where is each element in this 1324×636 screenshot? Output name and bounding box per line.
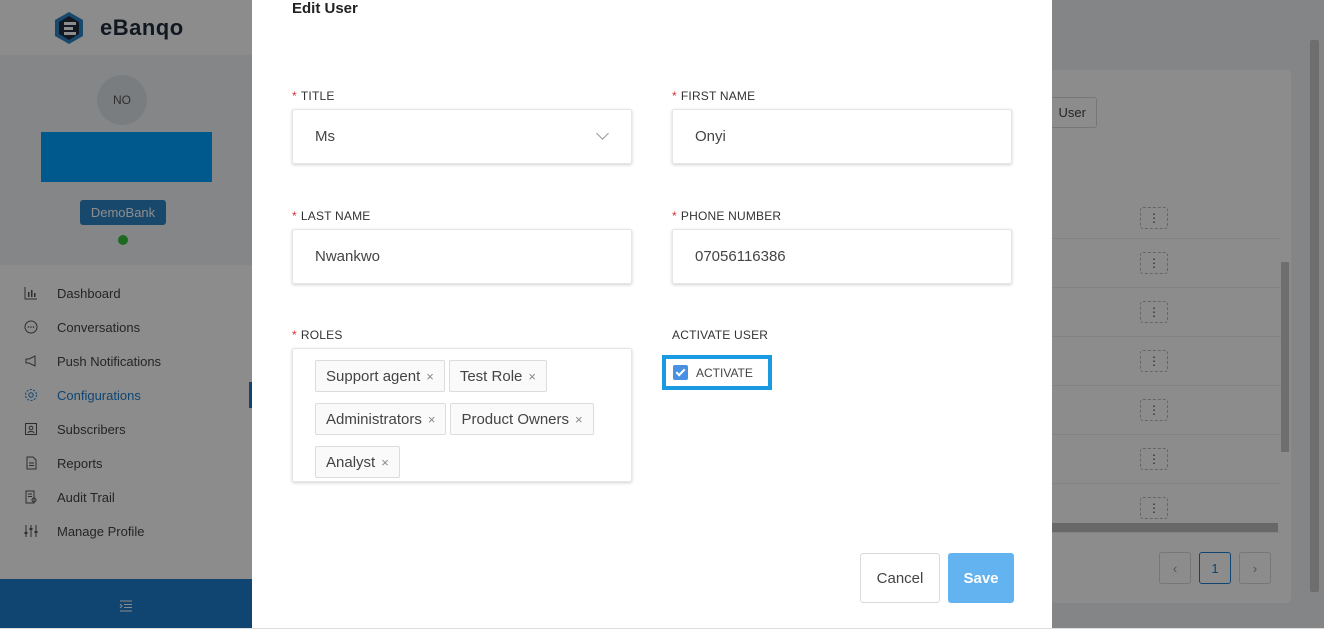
- activate-user-label: ACTIVATE USER: [672, 328, 769, 342]
- title-field: * TITLE Ms: [292, 89, 632, 164]
- phone-number-value: 07056116386: [695, 248, 786, 265]
- required-marker: *: [672, 89, 677, 103]
- remove-tag-icon[interactable]: ×: [426, 369, 434, 384]
- cancel-button[interactable]: Cancel: [860, 553, 940, 603]
- role-tag: Analyst ×: [315, 446, 400, 478]
- checkbox-checked-icon: [673, 365, 688, 380]
- phone-number-label: * PHONE NUMBER: [672, 209, 782, 223]
- save-button[interactable]: Save: [948, 553, 1014, 603]
- phone-number-input[interactable]: 07056116386: [672, 229, 1012, 284]
- required-marker: *: [672, 209, 677, 223]
- last-name-label: * LAST NAME: [292, 209, 371, 223]
- remove-tag-icon[interactable]: ×: [575, 412, 583, 427]
- role-tag: Support agent ×: [315, 360, 445, 392]
- first-name-label: * FIRST NAME: [672, 89, 756, 103]
- remove-tag-icon[interactable]: ×: [528, 369, 536, 384]
- first-name-value: Onyi: [695, 128, 726, 145]
- edit-user-modal: Edit User * TITLE Ms * FIRST NAME Onyi * LA…: [252, 0, 1052, 628]
- title-select[interactable]: Ms: [292, 109, 632, 164]
- role-tag: Product Owners ×: [450, 403, 594, 435]
- chevron-down-icon: [596, 127, 609, 140]
- required-marker: *: [292, 328, 297, 342]
- required-marker: *: [292, 89, 297, 103]
- bottom-strip: [0, 628, 1324, 636]
- last-name-field: * LAST NAME Nwankwo: [292, 209, 632, 284]
- required-marker: *: [292, 209, 297, 223]
- last-name-input[interactable]: Nwankwo: [292, 229, 632, 284]
- remove-tag-icon[interactable]: ×: [428, 412, 436, 427]
- role-tag: Administrators ×: [315, 403, 447, 435]
- modal-title: Edit User: [292, 0, 358, 17]
- role-tag: Test Role ×: [448, 360, 547, 392]
- activate-user-field: ACTIVATE USER: [672, 328, 1012, 342]
- roles-multiselect[interactable]: Support agent × Test Role × Administrators…: [292, 348, 632, 482]
- roles-field: * ROLES Support agent × Test Role × Adminis…: [292, 328, 632, 482]
- title-label: * TITLE: [292, 89, 335, 103]
- first-name-input[interactable]: Onyi: [672, 109, 1012, 164]
- first-name-field: * FIRST NAME Onyi: [672, 89, 1012, 164]
- phone-number-field: * PHONE NUMBER 07056116386: [672, 209, 1012, 284]
- title-select-value: Ms: [315, 128, 335, 145]
- activate-checkbox[interactable]: ACTIVATE: [662, 355, 772, 390]
- last-name-value: Nwankwo: [315, 248, 381, 265]
- roles-label: * ROLES: [292, 328, 343, 342]
- remove-tag-icon[interactable]: ×: [381, 455, 389, 470]
- activate-checkbox-label: ACTIVATE: [696, 365, 753, 380]
